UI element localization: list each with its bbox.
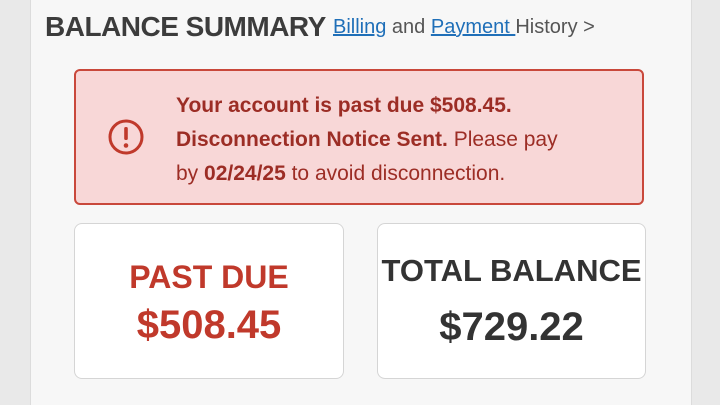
history-text[interactable]: History xyxy=(515,16,577,38)
page-title: BALANCE SUMMARY xyxy=(45,11,326,42)
chevron-right-icon[interactable]: > xyxy=(583,16,595,38)
billing-history-links: Billing and Payment History > xyxy=(333,15,595,39)
past-due-alert: Your account is past due $508.45. Discon… xyxy=(74,69,644,205)
past-due-label: PAST DUE xyxy=(129,259,289,295)
past-due-box: PAST DUE $508.45 xyxy=(74,223,344,379)
payment-link[interactable]: Payment xyxy=(431,16,515,38)
disconnection-notice: Disconnection Notice Sent. xyxy=(176,128,448,151)
avoid-disconnection-text: to avoid disconnection. xyxy=(285,162,506,185)
by-text: by xyxy=(176,162,205,185)
past-due-message: Your account is past due $508.45. xyxy=(176,94,512,117)
and-text: and xyxy=(391,16,426,38)
please-pay-text: Please pay xyxy=(447,128,558,151)
past-due-amount: $508.45 xyxy=(136,303,282,347)
total-balance-amount: $729.22 xyxy=(439,305,584,349)
alert-message: Your account is past due $508.45. Discon… xyxy=(176,89,626,191)
exclamation-circle-icon xyxy=(108,119,144,155)
total-balance-label: TOTAL BALANCE xyxy=(381,253,642,288)
due-date: 02/24/25 xyxy=(204,162,286,185)
billing-link[interactable]: Billing xyxy=(333,16,386,38)
balance-summary-header: BALANCE SUMMARY Billing and Payment Hist… xyxy=(45,10,645,46)
total-balance-box: TOTAL BALANCE $729.22 xyxy=(377,223,646,379)
